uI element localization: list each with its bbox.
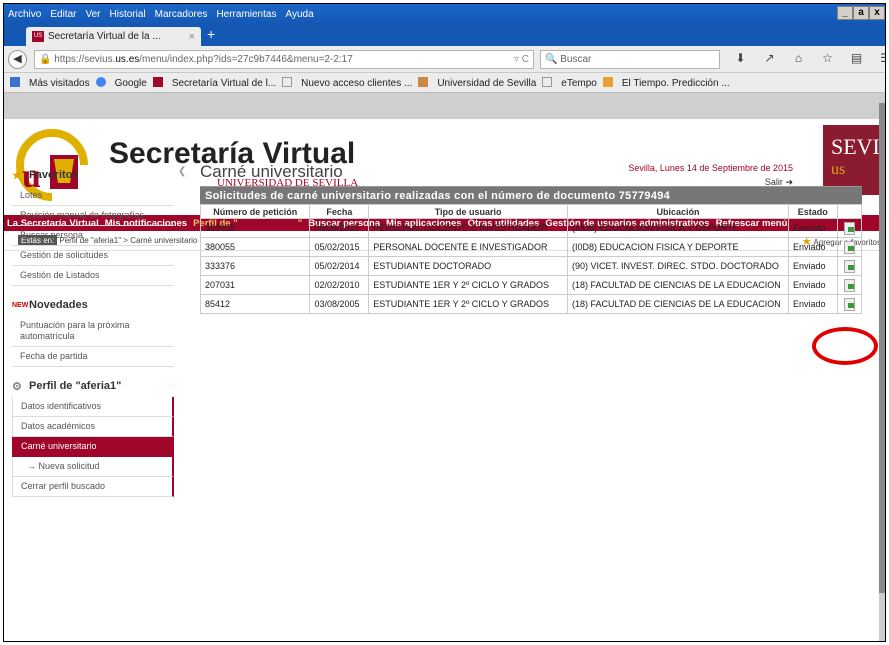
col-fecha: Fecha bbox=[309, 204, 370, 219]
sidebar-item-revision[interactable]: Revisión manual de fotografías bbox=[12, 206, 174, 226]
view-details-icon[interactable] bbox=[836, 237, 863, 257]
favicon-icon: US bbox=[32, 31, 44, 42]
maximize-button[interactable]: a bbox=[853, 6, 869, 20]
view-details-icon[interactable] bbox=[836, 256, 863, 276]
sidebar-item-fecha[interactable]: Fecha de partida bbox=[12, 347, 174, 367]
top-gray-band bbox=[4, 93, 885, 119]
menu-archivo[interactable]: Archivo bbox=[8, 9, 41, 20]
bookmark-universidad[interactable]: Universidad de Sevilla bbox=[418, 76, 536, 89]
requests-table: Número de petición Fecha Tipo de usuario… bbox=[199, 204, 863, 314]
nav-bar: ◀ 🔒 https://sevius.us.es/menu/index.php?… bbox=[4, 46, 885, 73]
section-favoritos: ★ Favoritos bbox=[12, 169, 79, 182]
table-row: 85412 03/08/2005 ESTUDIANTE 1ER Y 2º CICLO… bbox=[199, 294, 863, 314]
search-input[interactable]: 🔍 Buscar bbox=[540, 50, 720, 69]
sidebar-item-datos-academicos[interactable]: Datos académicos bbox=[12, 417, 174, 437]
bookmark-google[interactable]: Google bbox=[95, 76, 147, 89]
view-details-icon[interactable] bbox=[836, 218, 863, 238]
back-button[interactable]: ◀ bbox=[8, 50, 27, 69]
toolbar-icons: ⬇ ↗ ⌂ ☆ ▤ ☰ bbox=[726, 51, 885, 65]
menu-bar: Archivo Editar Ver Historial Marcadores … bbox=[4, 4, 885, 24]
sidebar-item-nueva-solicitud[interactable]: → Nueva solicitud bbox=[12, 457, 174, 477]
menu-icon[interactable]: ☰ bbox=[871, 51, 885, 65]
col-action bbox=[836, 204, 863, 219]
sidebar-item-cerrar-perfil[interactable]: Cerrar perfil buscado bbox=[12, 477, 174, 497]
minimize-button[interactable]: _ bbox=[837, 6, 853, 20]
col-ubicacion: Ubicación bbox=[566, 204, 789, 219]
lock-icon: 🔒 bbox=[39, 54, 55, 65]
main-content: Carné universitario Solicitudes de carné… bbox=[199, 162, 863, 314]
table-row: 380055 05/02/2015 PERSONAL DOCENTE E INVES… bbox=[199, 237, 863, 257]
pocket-icon[interactable]: ↗ bbox=[755, 51, 784, 65]
star-icon: ★ bbox=[12, 169, 22, 182]
page-scrollbar[interactable] bbox=[879, 93, 885, 641]
tab-close-icon[interactable]: × bbox=[189, 31, 195, 43]
bookmark-secretaria[interactable]: Secretaría Virtual de l... bbox=[152, 76, 276, 89]
menu-herramientas[interactable]: Herramientas bbox=[216, 9, 276, 20]
table-title: Solicitudes de carné universitario reali… bbox=[200, 186, 862, 204]
sidebar-item-solicitudes[interactable]: Gestión de solicitudes bbox=[12, 246, 174, 266]
table-row: 207031 02/02/2010 ESTUDIANTE 1ER Y 2º CICL… bbox=[199, 275, 863, 295]
bookmarks-bar: Más visitados Google Secretaría Virtual … bbox=[4, 73, 885, 93]
url-bar[interactable]: 🔒 https://sevius.us.es/menu/index.php?id… bbox=[34, 50, 534, 69]
bookmark-nuevo-acceso[interactable]: Nuevo acceso clientes ... bbox=[282, 76, 412, 89]
page-title: Carné universitario bbox=[200, 162, 343, 181]
annotation-circle bbox=[812, 327, 878, 365]
view-details-icon[interactable] bbox=[836, 275, 863, 295]
new-tab-button[interactable]: + bbox=[207, 26, 215, 42]
menu-marcadores[interactable]: Marcadores bbox=[155, 9, 208, 20]
sidebar-item-puntuacion[interactable]: Puntuación para la próxima automatrícula bbox=[12, 316, 174, 347]
reload-icon[interactable]: ▿ C bbox=[514, 51, 529, 68]
sidebar-item-carne[interactable]: Carné universitario bbox=[12, 437, 174, 457]
close-window-button[interactable]: x bbox=[869, 6, 885, 20]
menu-editar[interactable]: Editar bbox=[50, 9, 76, 20]
section-perfil: ⚙ Perfil de "aferia1" bbox=[12, 380, 122, 393]
bookmark-star-icon[interactable]: ☆ bbox=[813, 51, 842, 65]
new-badge-icon: NEW bbox=[12, 301, 29, 309]
sidebar-item-lotes[interactable]: Lotes bbox=[12, 186, 174, 206]
download-icon[interactable]: ⬇ bbox=[726, 51, 755, 65]
search-icon: 🔍 bbox=[545, 54, 561, 65]
col-tipo: Tipo de usuario bbox=[368, 204, 568, 219]
reader-icon[interactable]: ▤ bbox=[842, 51, 871, 65]
menu-historial[interactable]: Historial bbox=[110, 9, 146, 20]
col-numero: Número de petición bbox=[199, 204, 311, 219]
sidebar-item-datos-identificativos[interactable]: Datos identificativos bbox=[12, 397, 174, 417]
tab-secretaria[interactable]: US Secretaría Virtual de la ... × bbox=[26, 27, 201, 46]
home-icon[interactable]: ⌂ bbox=[784, 51, 813, 65]
col-estado: Estado bbox=[787, 204, 838, 219]
bookmark-etempo[interactable]: eTempo bbox=[542, 76, 597, 89]
collapse-sidebar-icon[interactable]: ❮ bbox=[178, 166, 186, 177]
sidebar-item-listados[interactable]: Gestión de Listados bbox=[12, 266, 174, 286]
tab-bar: US Secretaría Virtual de la ... × + bbox=[4, 24, 885, 46]
view-details-icon[interactable] bbox=[836, 294, 863, 314]
window-controls: _ a x bbox=[837, 6, 885, 20]
sidebar: ★ Favoritos Lotes Revisión manual de foto… bbox=[12, 162, 174, 497]
browser-window: Archivo Editar Ver Historial Marcadores … bbox=[3, 3, 886, 642]
bookmark-el-tiempo[interactable]: El Tiempo. Predicción ... bbox=[602, 76, 730, 89]
menu-ayuda[interactable]: Ayuda bbox=[285, 9, 313, 20]
scrollbar-thumb[interactable] bbox=[879, 103, 885, 593]
tab-title: Secretaría Virtual de la ... bbox=[48, 31, 161, 42]
sidebar-item-buscar[interactable]: Buscar persona bbox=[12, 226, 174, 246]
menu-ver[interactable]: Ver bbox=[85, 9, 100, 20]
table-row: 333376 05/02/2014 ESTUDIANTE DOCTORADO (90)… bbox=[199, 256, 863, 276]
gear-icon: ⚙ bbox=[12, 380, 22, 393]
bookmark-mas-visitados[interactable]: Más visitados bbox=[10, 76, 90, 89]
table-row: 369935 09/09/2015 PERSONAL DOCENTE E INVES… bbox=[199, 218, 863, 238]
section-novedades: NEW Novedades bbox=[12, 299, 88, 311]
